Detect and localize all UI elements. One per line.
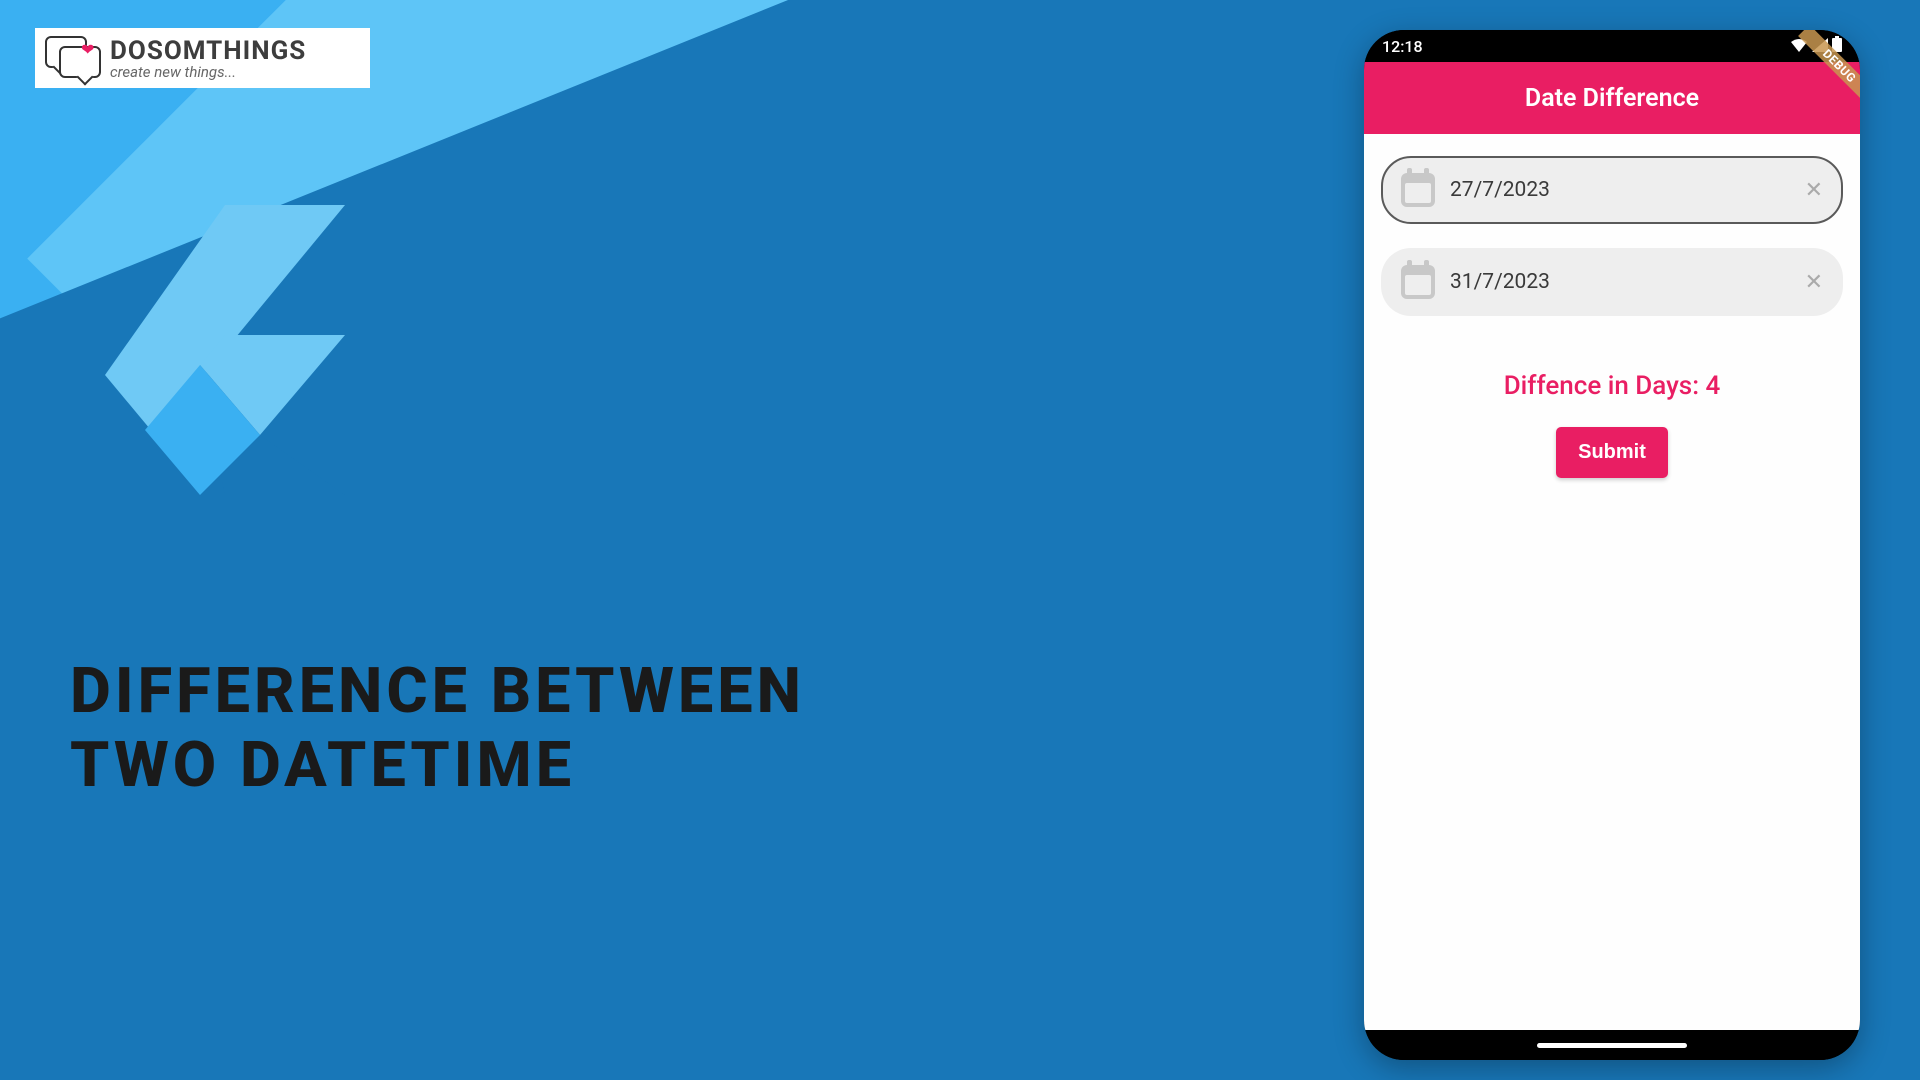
submit-button[interactable]: Submit: [1556, 427, 1668, 478]
clear-start-icon[interactable]: ✕: [1805, 178, 1823, 203]
date-start-value: 27/7/2023: [1450, 178, 1790, 202]
app-body: 27/7/2023 ✕ 31/7/2023 ✕ Diffence in Days…: [1364, 134, 1860, 1030]
nav-bar: [1364, 1030, 1860, 1060]
status-time: 12:18: [1382, 37, 1423, 56]
logo-title: DOSOMTHINGS: [110, 36, 306, 66]
calendar-icon: [1401, 265, 1435, 299]
app-bar: Date Difference: [1364, 62, 1860, 134]
clear-end-icon[interactable]: ✕: [1805, 270, 1823, 295]
date-field-end[interactable]: 31/7/2023 ✕: [1381, 248, 1843, 316]
logo-tagline: create new things...: [110, 63, 306, 81]
logo-card: ❤ DOSOMTHINGS create new things...: [35, 28, 370, 88]
logo-speech-icon: ❤: [45, 36, 100, 81]
heart-icon: ❤: [81, 40, 94, 59]
status-bar: 12:18: [1364, 30, 1860, 62]
result-text: Diffence in Days: 4: [1381, 371, 1843, 401]
calendar-icon: [1401, 173, 1435, 207]
phone-frame: 12:18 DEBUG Date Difference 27/7/2023 ✕ …: [1364, 30, 1860, 1060]
app-bar-title: Date Difference: [1525, 84, 1699, 113]
nav-home-pill[interactable]: [1537, 1043, 1687, 1048]
date-end-value: 31/7/2023: [1450, 270, 1790, 294]
slide-title-line1: DIFFERENCE BETWEEN: [70, 655, 805, 729]
date-field-start[interactable]: 27/7/2023 ✕: [1381, 156, 1843, 224]
slide-title-line2: TWO DATETIME: [70, 729, 805, 803]
slide-title: DIFFERENCE BETWEEN TWO DATETIME: [70, 655, 805, 804]
flutter-logo-icon: [105, 205, 345, 495]
